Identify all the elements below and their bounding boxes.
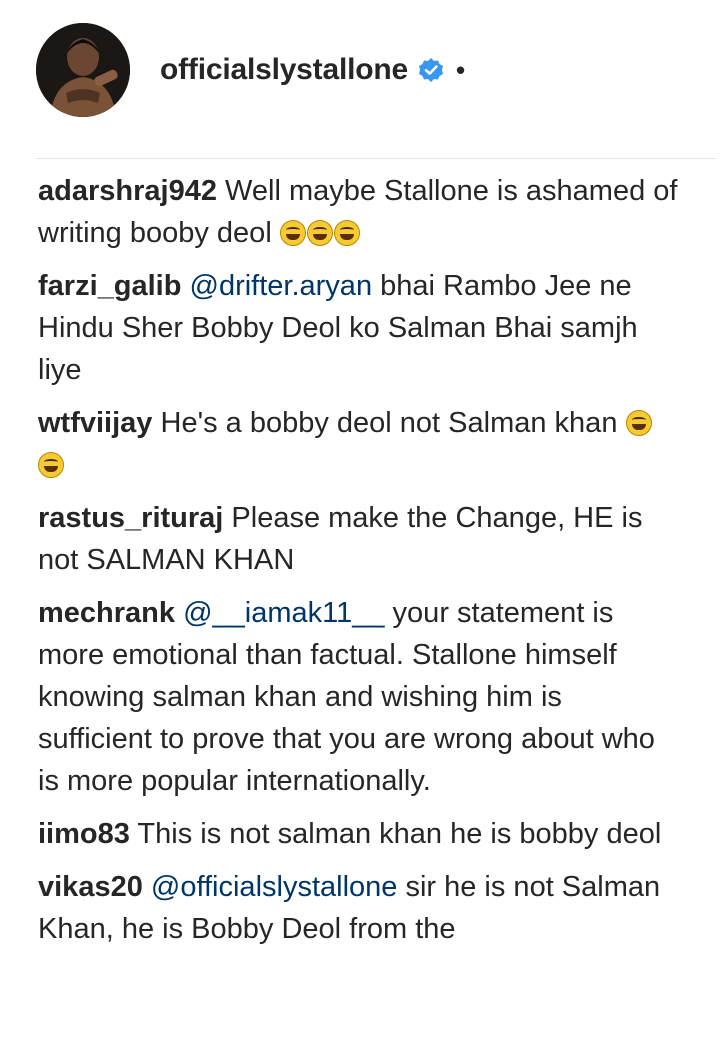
comment-username[interactable]: vikas20 [38, 871, 143, 903]
comment-username[interactable]: mechrank [38, 597, 175, 629]
laughing-tears-emoji [333, 220, 360, 246]
comment-text: He's a bobby deol not Salman khan [152, 407, 626, 439]
laughing-tears-emoji [38, 452, 64, 478]
comment-text [181, 270, 189, 302]
avatar[interactable] [36, 23, 130, 117]
comment-username[interactable]: adarshraj942 [38, 175, 217, 207]
comment-item: rastus_rituraj Please make the Change, H… [38, 497, 678, 581]
comment-text [175, 597, 183, 629]
mention-link[interactable]: @officialslystallone [151, 871, 398, 903]
username[interactable]: officialslystallone [160, 53, 408, 87]
comment-item: wtfviijay He's a bobby deol not Salman k… [38, 402, 678, 486]
comment-item: mechrank @__iamak11__ your statement is … [38, 592, 678, 802]
laughing-tears-emoji [625, 410, 652, 436]
comment-text [143, 871, 151, 903]
laughing-tears-emoji [279, 220, 306, 246]
profile-photo [36, 23, 130, 117]
comment-username[interactable]: wtfviijay [38, 407, 152, 439]
post-header: officialslystallone • [36, 20, 716, 120]
comment-item: farzi_galib @drifter.aryan bhai Rambo Je… [38, 265, 678, 391]
comment-list: adarshraj942 Well maybe Stallone is asha… [38, 170, 678, 961]
mention-link[interactable]: @__iamak11__ [183, 597, 384, 629]
comment-text: This is not salman khan he is bobby deol [129, 818, 662, 850]
comment-username[interactable]: rastus_rituraj [38, 502, 223, 534]
mention-link[interactable]: @drifter.aryan [190, 270, 373, 302]
laughing-tears-emoji [306, 220, 333, 246]
comment-username[interactable]: iimo83 [38, 818, 130, 850]
separator-dot: • [455, 54, 466, 85]
comment-username[interactable]: farzi_galib [38, 270, 181, 302]
verified-badge-icon [418, 58, 443, 82]
comment-item: vikas20 @officialslystallone sir he is n… [38, 866, 678, 950]
comment-item: adarshraj942 Well maybe Stallone is asha… [38, 170, 678, 254]
comment-item: iimo83 This is not salman khan he is bob… [38, 813, 678, 855]
divider [36, 158, 716, 159]
